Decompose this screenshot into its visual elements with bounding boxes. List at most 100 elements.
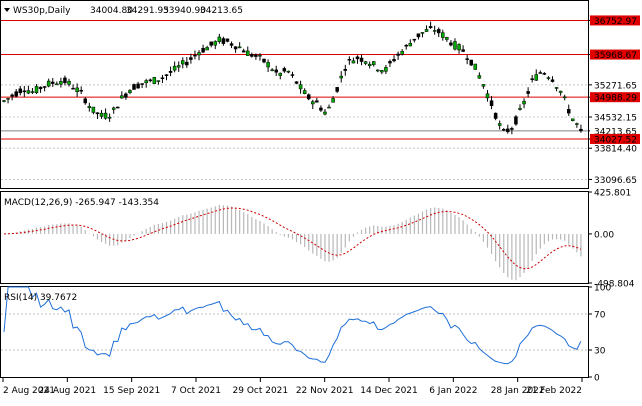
candle-bearish bbox=[469, 59, 473, 66]
candle-bullish bbox=[558, 90, 563, 93]
candle-bearish bbox=[233, 46, 238, 50]
candle-bearish bbox=[355, 56, 360, 60]
candle-bullish bbox=[363, 61, 368, 64]
candle-bullish bbox=[298, 84, 303, 90]
candle-bearish bbox=[83, 98, 88, 104]
price-tick-label: 33096.65 bbox=[594, 176, 637, 186]
candle-bullish bbox=[473, 63, 478, 70]
candle-bullish bbox=[351, 60, 356, 64]
candle-bullish bbox=[2, 100, 6, 102]
candle-bullish bbox=[380, 70, 384, 73]
candle-bearish bbox=[164, 74, 169, 76]
price-panel[interactable] bbox=[0, 0, 589, 189]
candle-bearish bbox=[189, 57, 193, 60]
candle-bullish bbox=[152, 77, 157, 84]
candle-bullish bbox=[103, 112, 108, 119]
candle-bearish bbox=[282, 68, 287, 72]
candle-bullish bbox=[107, 116, 112, 119]
candle-bearish bbox=[404, 44, 408, 47]
candle-bearish bbox=[116, 106, 120, 109]
candle-bearish bbox=[343, 68, 348, 71]
candle-bearish bbox=[254, 54, 258, 57]
candle-bearish bbox=[185, 61, 189, 66]
x-tick-label: 29 Oct 2021 bbox=[233, 386, 289, 396]
x-tick-label: 14 Dec 2021 bbox=[360, 386, 418, 396]
price-tick-label: 33814.40 bbox=[594, 145, 637, 155]
candle-bullish bbox=[6, 98, 10, 100]
candle-bearish bbox=[51, 81, 55, 84]
candle-bearish bbox=[388, 61, 392, 64]
rsi-panel[interactable] bbox=[0, 286, 589, 378]
candle-bullish bbox=[441, 32, 445, 38]
candle-bullish bbox=[371, 61, 376, 66]
candle-bearish bbox=[493, 112, 498, 119]
candle-bullish bbox=[258, 54, 262, 57]
candle-bullish bbox=[432, 30, 437, 32]
macd-tick-label: 0.00 bbox=[594, 230, 614, 240]
candle-bearish bbox=[225, 38, 230, 42]
candle-bullish bbox=[400, 51, 404, 55]
x-tick-label: 21 Feb 2022 bbox=[526, 386, 582, 396]
candle-bearish bbox=[538, 72, 543, 74]
candle-bearish bbox=[526, 91, 530, 94]
candle-bullish bbox=[522, 100, 526, 105]
macd-tick-label: 425.801 bbox=[594, 189, 631, 199]
trading-chart[interactable]: 36752.97 35968.67 35271.65 34988.29 34532.15… bbox=[0, 0, 642, 402]
candle-bearish bbox=[315, 100, 319, 103]
candle-bullish bbox=[481, 84, 486, 87]
candle-bullish bbox=[477, 75, 482, 79]
candle-bullish bbox=[331, 98, 335, 103]
candle-bullish bbox=[562, 96, 567, 99]
candle-bullish bbox=[311, 101, 315, 105]
candle-bearish bbox=[262, 58, 266, 63]
candle-bullish bbox=[99, 112, 104, 117]
candle-bullish bbox=[144, 80, 148, 84]
candle-bullish bbox=[111, 107, 116, 110]
candle-bullish bbox=[213, 41, 218, 46]
price-tick-label: 36752.97 bbox=[594, 17, 637, 27]
candle-bullish bbox=[485, 93, 490, 99]
candle-bullish bbox=[172, 65, 177, 71]
candle-bullish bbox=[367, 63, 372, 67]
chart-canvas[interactable]: 36752.97 35968.67 35271.65 34988.29 34532.15… bbox=[0, 0, 642, 402]
candle-bullish bbox=[120, 95, 124, 99]
candle-bearish bbox=[510, 128, 514, 130]
candle-bullish bbox=[453, 41, 457, 50]
candle-bullish bbox=[128, 90, 132, 93]
candle-bearish bbox=[306, 94, 311, 100]
price-tick-label: 34988.29 bbox=[594, 94, 637, 104]
x-tick-label: 7 Oct 2021 bbox=[171, 386, 221, 396]
candle-bullish bbox=[270, 69, 274, 72]
rsi-tick-label: 30 bbox=[594, 347, 606, 357]
candle-bearish bbox=[436, 29, 441, 34]
candle-bullish bbox=[217, 36, 222, 42]
candle-bearish bbox=[319, 107, 323, 111]
candle-bearish bbox=[38, 86, 43, 90]
price-tick-label: 34532.15 bbox=[594, 114, 637, 124]
candle-bullish bbox=[445, 37, 449, 40]
candle-bullish bbox=[323, 111, 327, 115]
candle-bearish bbox=[392, 59, 396, 62]
candle-bearish bbox=[22, 90, 27, 93]
candle-bearish bbox=[396, 53, 400, 56]
candle-bearish bbox=[359, 57, 364, 62]
candle-bearish bbox=[241, 50, 246, 53]
candle-bearish bbox=[347, 59, 352, 61]
candle-bullish bbox=[575, 123, 579, 125]
candle-bearish bbox=[132, 84, 136, 90]
candle-bearish bbox=[465, 58, 469, 60]
candle-bearish bbox=[250, 54, 254, 57]
candle-bearish bbox=[209, 41, 213, 46]
candle-bearish bbox=[506, 128, 510, 133]
candle-bearish bbox=[530, 78, 534, 80]
candle-bearish bbox=[566, 109, 571, 114]
candle-bearish bbox=[489, 100, 494, 106]
candle-bearish bbox=[79, 89, 83, 92]
candle-bearish bbox=[514, 116, 518, 125]
candle-bullish bbox=[205, 47, 209, 51]
candle-bullish bbox=[376, 69, 380, 72]
x-tick-label: 15 Sep 2021 bbox=[103, 386, 160, 396]
candle-bearish bbox=[140, 83, 144, 85]
candle-bearish bbox=[428, 26, 433, 28]
candle-bullish bbox=[302, 90, 307, 95]
